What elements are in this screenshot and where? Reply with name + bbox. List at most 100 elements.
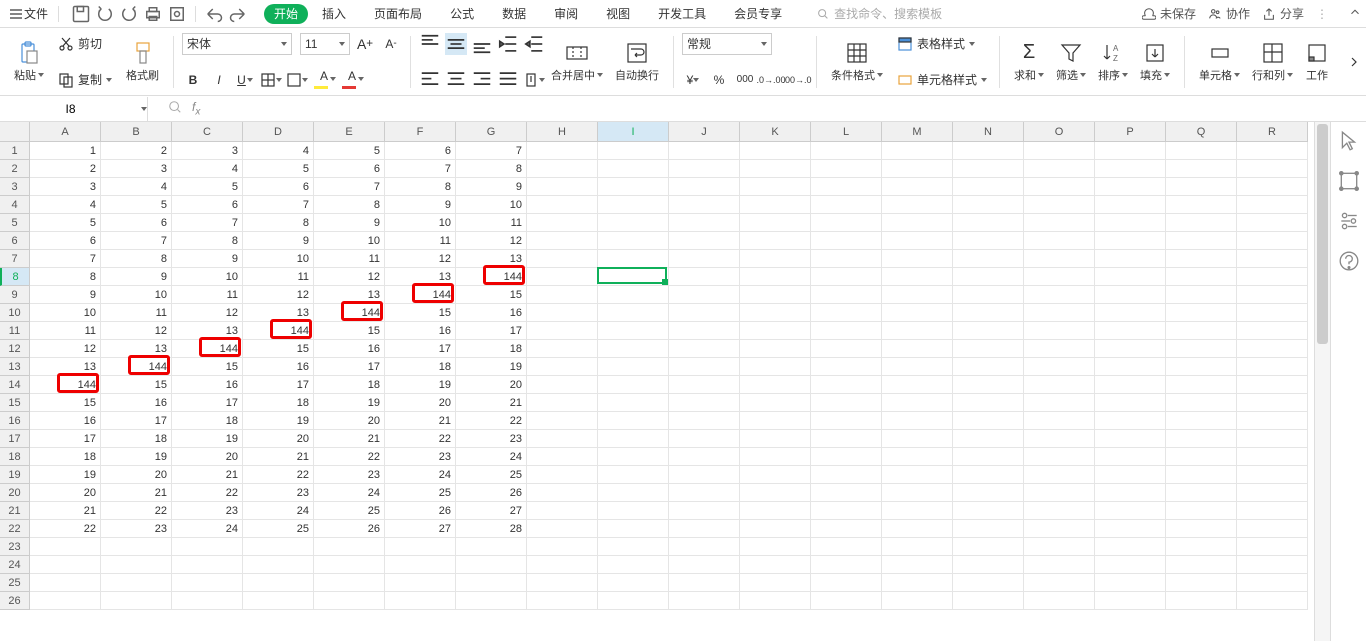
cell-N19[interactable]: [953, 466, 1024, 484]
cell-F11[interactable]: 16: [385, 322, 456, 340]
conditional-format-button[interactable]: 条件格式: [825, 33, 889, 91]
cell-M13[interactable]: [882, 358, 953, 376]
merge-center-button[interactable]: 合并居中: [545, 33, 609, 91]
cell-I5[interactable]: [598, 214, 669, 232]
cell-Q16[interactable]: [1166, 412, 1237, 430]
cell-E5[interactable]: 9: [314, 214, 385, 232]
cell-Q3[interactable]: [1166, 178, 1237, 196]
cell-P7[interactable]: [1095, 250, 1166, 268]
tab-审阅[interactable]: 审阅: [540, 0, 592, 28]
row-header-20[interactable]: 20: [0, 484, 30, 502]
cell-I14[interactable]: [598, 376, 669, 394]
cell-C8[interactable]: 10: [172, 268, 243, 286]
cell-I19[interactable]: [598, 466, 669, 484]
cell-E2[interactable]: 6: [314, 160, 385, 178]
cell-Q4[interactable]: [1166, 196, 1237, 214]
cell-C17[interactable]: 19: [172, 430, 243, 448]
cell-G15[interactable]: 21: [456, 394, 527, 412]
row-header-19[interactable]: 19: [0, 466, 30, 484]
cell-D14[interactable]: 17: [243, 376, 314, 394]
cell-P13[interactable]: [1095, 358, 1166, 376]
cell-B10[interactable]: 11: [101, 304, 172, 322]
cell-Q20[interactable]: [1166, 484, 1237, 502]
tab-数据[interactable]: 数据: [488, 0, 540, 28]
cell-P1[interactable]: [1095, 142, 1166, 160]
col-header-I[interactable]: I: [598, 122, 669, 142]
cell-I2[interactable]: [598, 160, 669, 178]
cell-A1[interactable]: 1: [30, 142, 101, 160]
cell-R22[interactable]: [1237, 520, 1308, 538]
cell-E24[interactable]: [314, 556, 385, 574]
font-size-select[interactable]: 11: [300, 33, 350, 55]
cell-B1[interactable]: 2: [101, 142, 172, 160]
format-painter-button[interactable]: 格式刷: [120, 33, 165, 91]
cell-R8[interactable]: [1237, 268, 1308, 286]
cell-H3[interactable]: [527, 178, 598, 196]
cell-F10[interactable]: 15: [385, 304, 456, 322]
cell-Q5[interactable]: [1166, 214, 1237, 232]
cell-D25[interactable]: [243, 574, 314, 592]
command-search[interactable]: 查找命令、搜索模板: [816, 5, 942, 22]
cell-G7[interactable]: 13: [456, 250, 527, 268]
cursor-icon[interactable]: [1338, 130, 1360, 152]
cell-A16[interactable]: 16: [30, 412, 101, 430]
cell-E20[interactable]: 24: [314, 484, 385, 502]
cell-G14[interactable]: 20: [456, 376, 527, 394]
cell-I12[interactable]: [598, 340, 669, 358]
cell-F12[interactable]: 17: [385, 340, 456, 358]
cell-F18[interactable]: 23: [385, 448, 456, 466]
cell-F9[interactable]: 144: [385, 286, 456, 304]
cell-A9[interactable]: 9: [30, 286, 101, 304]
collaborate-button[interactable]: 协作: [1208, 5, 1250, 22]
cell-reference-input[interactable]: [0, 102, 141, 116]
cell-N14[interactable]: [953, 376, 1024, 394]
row-header-23[interactable]: 23: [0, 538, 30, 556]
cell-D10[interactable]: 13: [243, 304, 314, 322]
cell-L17[interactable]: [811, 430, 882, 448]
cell-C20[interactable]: 22: [172, 484, 243, 502]
cell-C21[interactable]: 23: [172, 502, 243, 520]
cell-Q8[interactable]: [1166, 268, 1237, 286]
cell-G10[interactable]: 16: [456, 304, 527, 322]
cell-A10[interactable]: 10: [30, 304, 101, 322]
cell-C14[interactable]: 16: [172, 376, 243, 394]
cell-L16[interactable]: [811, 412, 882, 430]
cell-C9[interactable]: 11: [172, 286, 243, 304]
cell-R13[interactable]: [1237, 358, 1308, 376]
cell-P5[interactable]: [1095, 214, 1166, 232]
cell-H8[interactable]: [527, 268, 598, 286]
row-header-24[interactable]: 24: [0, 556, 30, 574]
cell-J3[interactable]: [669, 178, 740, 196]
cell-D8[interactable]: 11: [243, 268, 314, 286]
cell-H2[interactable]: [527, 160, 598, 178]
cell-P12[interactable]: [1095, 340, 1166, 358]
col-header-M[interactable]: M: [882, 122, 953, 142]
cell-H26[interactable]: [527, 592, 598, 610]
highlight-color-icon[interactable]: A: [312, 69, 336, 91]
sum-button[interactable]: Σ 求和: [1008, 33, 1050, 91]
cell-D1[interactable]: 4: [243, 142, 314, 160]
row-header-21[interactable]: 21: [0, 502, 30, 520]
table-style-button[interactable]: 表格样式: [893, 33, 991, 55]
cell-D4[interactable]: 7: [243, 196, 314, 214]
cell-B18[interactable]: 19: [101, 448, 172, 466]
cell-C3[interactable]: 5: [172, 178, 243, 196]
cell-O24[interactable]: [1024, 556, 1095, 574]
cell-G1[interactable]: 7: [456, 142, 527, 160]
cell-Q11[interactable]: [1166, 322, 1237, 340]
cell-I15[interactable]: [598, 394, 669, 412]
cell-O1[interactable]: [1024, 142, 1095, 160]
cell-F4[interactable]: 9: [385, 196, 456, 214]
cell-R26[interactable]: [1237, 592, 1308, 610]
cell-M7[interactable]: [882, 250, 953, 268]
cell-P4[interactable]: [1095, 196, 1166, 214]
cell-J13[interactable]: [669, 358, 740, 376]
cell-J16[interactable]: [669, 412, 740, 430]
cell-O16[interactable]: [1024, 412, 1095, 430]
cell-J12[interactable]: [669, 340, 740, 358]
cell-F15[interactable]: 20: [385, 394, 456, 412]
cell-R4[interactable]: [1237, 196, 1308, 214]
increase-indent-icon[interactable]: [497, 33, 519, 55]
col-header-F[interactable]: F: [385, 122, 456, 142]
row-header-13[interactable]: 13: [0, 358, 30, 376]
